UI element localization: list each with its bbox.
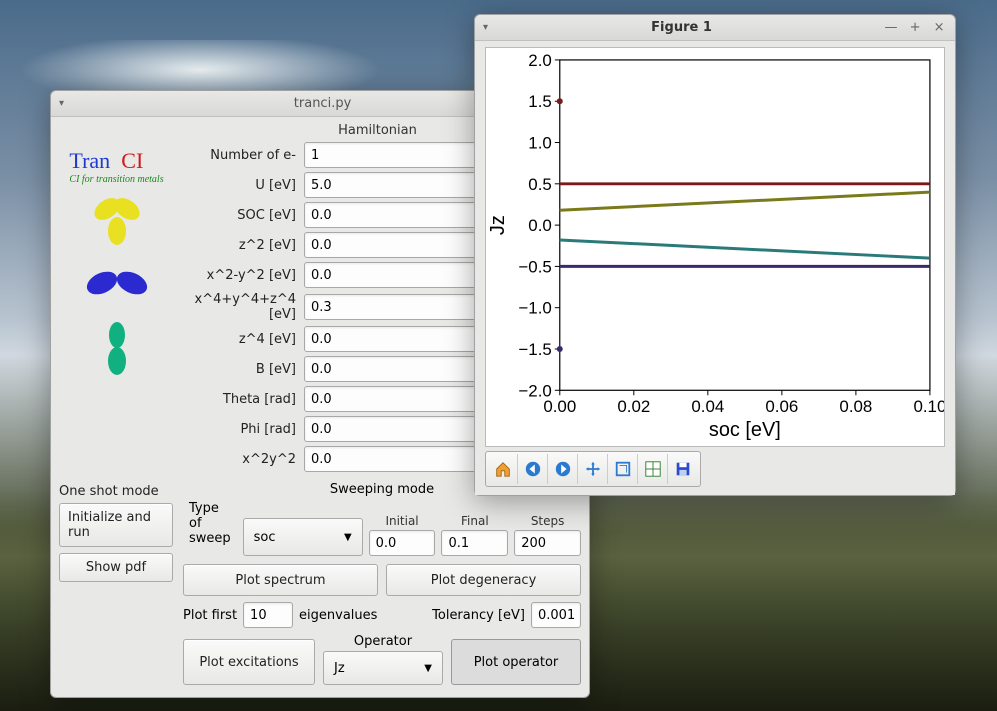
ham-field-label: SOC [eV] xyxy=(174,208,304,223)
steps-label: Steps xyxy=(531,514,565,528)
svg-text:0.04: 0.04 xyxy=(691,397,724,416)
svg-text:0.00: 0.00 xyxy=(543,397,576,416)
operator-label: Operator xyxy=(354,634,412,649)
home-icon[interactable] xyxy=(488,454,518,484)
zoom-icon[interactable] xyxy=(608,454,638,484)
logo-column: Tran CI CI for transition metals xyxy=(59,123,174,476)
chevron-down-icon: ▼ xyxy=(424,663,432,674)
ham-field-label: z^2 [eV] xyxy=(174,238,304,253)
subplots-icon[interactable] xyxy=(638,454,668,484)
ham-field-label: x^2y^2 xyxy=(174,452,304,467)
orbital-yellow-icon xyxy=(82,189,152,249)
svg-text:−0.5: −0.5 xyxy=(518,257,551,276)
svg-text:Jz: Jz xyxy=(487,215,509,235)
matplotlib-toolbar xyxy=(485,451,701,487)
ham-field-label: Theta [rad] xyxy=(174,392,304,407)
type-of-sweep-label: Type of sweep xyxy=(183,501,237,556)
type-of-sweep-select[interactable]: soc ▼ xyxy=(243,518,363,556)
window-title: tranci.py xyxy=(294,96,351,111)
ham-field-label: Phi [rad] xyxy=(174,422,304,437)
plot-operator-button[interactable]: Plot operator xyxy=(451,639,581,685)
final-label: Final xyxy=(461,514,489,528)
plot-spectrum-button[interactable]: Plot spectrum xyxy=(183,564,378,596)
sweeping-panel: Sweeping mode Type of sweep soc ▼ Initia… xyxy=(183,482,581,685)
ham-field-label: x^4+y^4+z^4 [eV] xyxy=(174,292,304,322)
back-icon[interactable] xyxy=(518,454,548,484)
chevron-down-icon: ▼ xyxy=(344,532,352,543)
plot-first-label-post: eigenvalues xyxy=(299,608,377,623)
svg-text:2.0: 2.0 xyxy=(528,51,552,70)
figure-titlebar[interactable]: ▾ Figure 1 — + × xyxy=(475,15,955,41)
svg-text:−1.0: −1.0 xyxy=(518,299,551,318)
operator-select[interactable]: Jz ▼ xyxy=(323,651,443,685)
one-shot-panel: One shot mode Initialize and run Show pd… xyxy=(59,482,173,685)
plot-first-input[interactable] xyxy=(243,602,293,628)
final-input[interactable] xyxy=(441,530,508,556)
svg-text:0.0: 0.0 xyxy=(528,216,552,235)
ham-field-label: B [eV] xyxy=(174,362,304,377)
pan-icon[interactable] xyxy=(578,454,608,484)
figure-window: ▾ Figure 1 — + × −2.0−1.5−1.0−0.50.00.51… xyxy=(474,14,956,496)
tolerancy-label: Tolerancy [eV] xyxy=(432,608,525,623)
ham-field-label: x^2-y^2 [eV] xyxy=(174,268,304,283)
initialize-run-button[interactable]: Initialize and run xyxy=(59,503,173,547)
orbital-blue-icon xyxy=(82,253,152,313)
svg-text:0.10: 0.10 xyxy=(913,397,944,416)
initial-input[interactable] xyxy=(369,530,436,556)
plot-excitations-button[interactable]: Plot excitations xyxy=(183,639,315,685)
ham-field-label: U [eV] xyxy=(174,178,304,193)
svg-text:1.5: 1.5 xyxy=(528,92,552,111)
plot-first-label-pre: Plot first xyxy=(183,608,237,623)
tolerancy-input[interactable] xyxy=(531,602,581,628)
plot-canvas: −2.0−1.5−1.0−0.50.00.51.01.52.00.000.020… xyxy=(485,47,945,447)
svg-text:0.06: 0.06 xyxy=(765,397,798,416)
logo: Tran CI CI for transition metals xyxy=(69,148,163,185)
initial-label: Initial xyxy=(385,514,418,528)
figure-title: Figure 1 xyxy=(651,20,712,35)
one-shot-heading: One shot mode xyxy=(59,484,173,499)
maximize-icon[interactable]: + xyxy=(907,20,923,36)
save-icon[interactable] xyxy=(668,454,698,484)
ham-field-label: z^4 [eV] xyxy=(174,332,304,347)
forward-icon[interactable] xyxy=(548,454,578,484)
svg-text:0.02: 0.02 xyxy=(617,397,650,416)
show-pdf-button[interactable]: Show pdf xyxy=(59,553,173,582)
svg-text:−1.5: −1.5 xyxy=(518,340,551,359)
svg-text:1.0: 1.0 xyxy=(528,133,552,152)
close-icon[interactable]: × xyxy=(931,20,947,36)
svg-text:0.5: 0.5 xyxy=(528,175,552,194)
svg-text:0.08: 0.08 xyxy=(839,397,872,416)
ham-field-label: Number of e- xyxy=(174,148,304,163)
window-menu-icon[interactable]: ▾ xyxy=(483,22,488,33)
window-menu-icon[interactable]: ▾ xyxy=(59,98,64,109)
orbital-green-icon xyxy=(82,317,152,377)
plot-degeneracy-button[interactable]: Plot degeneracy xyxy=(386,564,581,596)
svg-text:soc [eV]: soc [eV] xyxy=(709,419,781,441)
minimize-icon[interactable]: — xyxy=(883,20,899,36)
steps-input[interactable] xyxy=(514,530,581,556)
